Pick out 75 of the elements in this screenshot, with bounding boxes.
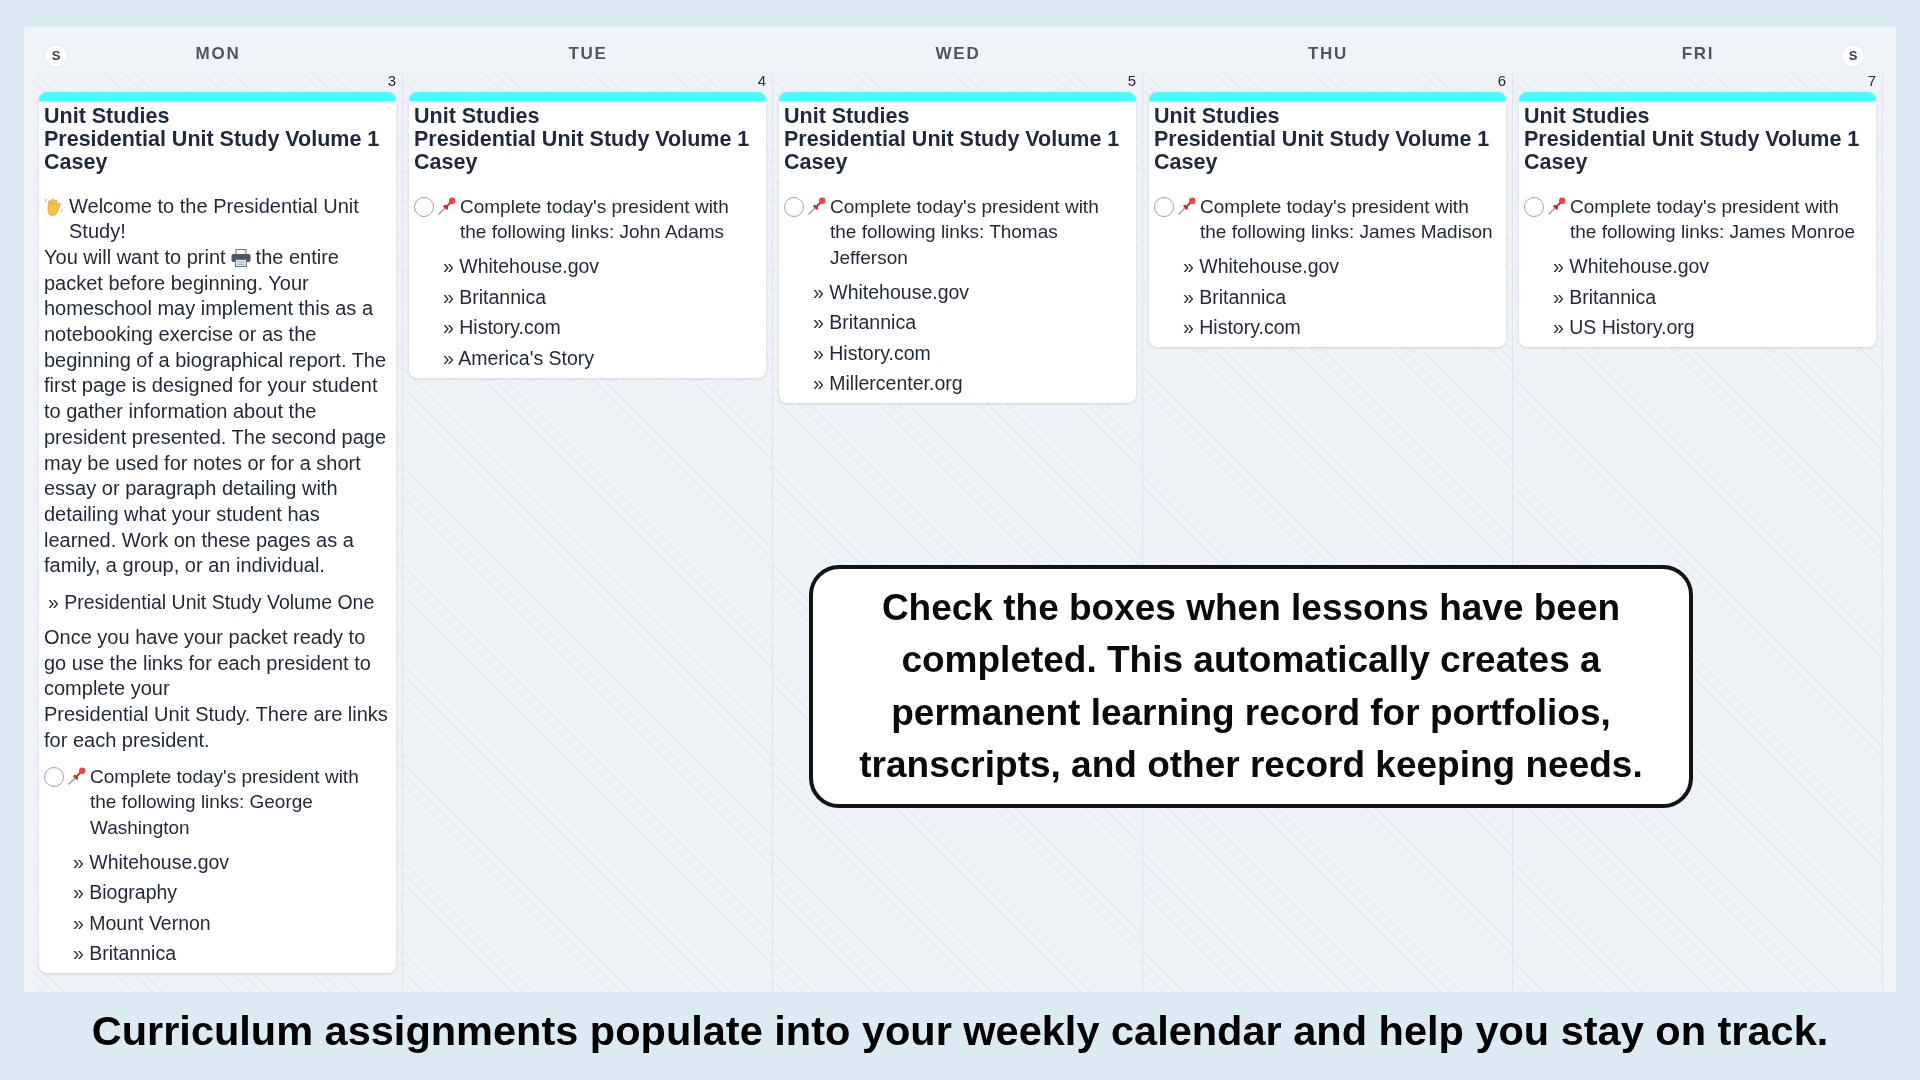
date-number: 5	[1127, 73, 1136, 88]
lesson-card[interactable]: Unit Studies Presidential Unit Study Volume 1 Casey Complete today's president with the following links: John Adams » Whitehouse.gov » Britannica » History.com » America's Story	[409, 92, 766, 378]
task-text: Complete today's president with the following links: John Adams	[460, 194, 730, 245]
resource-link[interactable]: » Whitehouse.gov	[813, 278, 970, 305]
task-text: Complete today's president with the following links: Thomas Jefferson	[830, 194, 1100, 270]
resource-link[interactable]: » Britannica	[73, 940, 176, 967]
waving-hand-icon	[44, 196, 64, 217]
pushpin-icon	[1178, 196, 1196, 215]
resource-link[interactable]: » Britannica	[1553, 283, 1656, 310]
course-title: Presidential Unit Study Volume 1	[44, 127, 380, 151]
day-name: FRI	[1681, 43, 1715, 66]
pushpin-icon	[1548, 196, 1566, 215]
resource-link[interactable]: » Mount Vernon	[73, 909, 211, 936]
student-name: Casey	[414, 150, 478, 174]
paragraph-text: packet before beginning. Your homeschool may implement this as a notebooking exercise or as the beginning of a biographical report. The first page is designed for your student to gather information about the president presented. The second page may be used for notes or for a short essay or paragraph detailing with detailing what your student has learned. Work on these pages as a family, a group, or an individual.	[44, 271, 387, 577]
subject-title: Unit Studies	[1154, 104, 1280, 128]
day-name: WED	[935, 43, 981, 66]
subject-title: Unit Studies	[44, 104, 170, 128]
resource-link[interactable]: » Whitehouse.gov	[1183, 252, 1340, 279]
lesson-card[interactable]: Unit Studies Presidential Unit Study Volume 1 Casey Complete today's president with the following links: Thomas Jefferson » Whitehouse.gov » Britannica » History.com » Millercenter.org	[779, 92, 1136, 404]
resource-link[interactable]: » Millercenter.org	[813, 370, 963, 397]
resource-link[interactable]: » America's Story	[443, 344, 595, 371]
course-title: Presidential Unit Study Volume 1	[414, 127, 750, 151]
date-number: 4	[757, 73, 766, 88]
day-name: THU	[1307, 43, 1348, 66]
resource-link[interactable]: » History.com	[1183, 314, 1301, 341]
paragraph-text: Once you have your packet ready to go use the links for each president to complete your	[44, 626, 371, 700]
pushpin-icon	[808, 196, 826, 215]
student-name: Casey	[44, 150, 108, 174]
student-name: Casey	[784, 150, 848, 174]
lesson-card[interactable]: Unit Studies Presidential Unit Study Volume 1 Casey Complete today's president with the following links: James Madison » Whitehouse.gov » Britannica » History.com	[1149, 92, 1506, 348]
student-name: Casey	[1154, 150, 1218, 174]
subject-title: Unit Studies	[1524, 104, 1650, 128]
printer-icon	[230, 248, 251, 267]
resource-link[interactable]: » History.com	[443, 314, 561, 341]
paragraph-text: You will want to print	[44, 245, 226, 268]
task-checkbox[interactable]	[414, 196, 434, 217]
task-checkbox[interactable]	[784, 196, 804, 217]
course-title: Presidential Unit Study Volume 1	[1524, 127, 1860, 151]
paragraph-text: the entire	[255, 245, 339, 268]
resource-link[interactable]: » Whitehouse.gov	[73, 848, 230, 875]
paragraph-text: Presidential Unit Study. There are links for each president.	[44, 703, 388, 751]
resource-link[interactable]: » History.com	[813, 339, 931, 366]
subject-title: Unit Studies	[414, 104, 540, 128]
task-text: Complete today's president with the following links: James Madison	[1200, 194, 1494, 245]
paragraph-text: Welcome to the Presidential Unit Study!	[69, 194, 359, 243]
day-name: MON	[195, 43, 241, 66]
resource-link[interactable]: » Britannica	[1183, 283, 1286, 310]
pushpin-icon	[438, 196, 456, 215]
resource-link[interactable]: » US History.org	[1553, 314, 1695, 341]
task-checkbox[interactable]	[44, 766, 64, 787]
resource-link[interactable]: » Whitehouse.gov	[1553, 252, 1710, 279]
task-text: Complete today's president with the following links: James Monroe	[1570, 194, 1857, 245]
resource-link[interactable]: » Britannica	[813, 309, 916, 336]
pushpin-icon	[68, 766, 86, 785]
course-title: Presidential Unit Study Volume 1	[784, 127, 1120, 151]
resource-link[interactable]: » Presidential Unit Study Volume One	[48, 589, 375, 616]
date-number: 7	[1867, 73, 1876, 88]
callout-text: Check the boxes when lessons have been completed. This automatically creates a permanent learning record for portfolios, transcripts, and other record keeping needs.	[858, 585, 1644, 787]
course-title: Presidential Unit Study Volume 1	[1154, 127, 1490, 151]
weekend-toggle[interactable]: S	[44, 44, 68, 68]
student-name: Casey	[1524, 150, 1588, 174]
caption: Curriculum assignments populate into your weekly calendar and help you stay on track.	[91, 1006, 1829, 1056]
task-text: Complete today's president with the following links: George Washington	[90, 764, 360, 840]
task-checkbox[interactable]	[1154, 196, 1174, 217]
resource-link[interactable]: » Whitehouse.gov	[443, 252, 600, 279]
date-number: 3	[387, 73, 396, 88]
weekend-toggle[interactable]: S	[1841, 44, 1865, 68]
subject-title: Unit Studies	[784, 104, 910, 128]
day-name: TUE	[568, 43, 608, 66]
resource-link[interactable]: » Biography	[73, 879, 178, 906]
resource-link[interactable]: » Britannica	[443, 283, 546, 310]
lesson-card[interactable]: Unit Studies Presidential Unit Study Volume 1 Casey Complete today's president with the following links: James Monroe » Whitehouse.gov » Britannica » US History.org	[1519, 92, 1876, 348]
date-number: 6	[1497, 73, 1506, 88]
task-checkbox[interactable]	[1524, 196, 1544, 217]
